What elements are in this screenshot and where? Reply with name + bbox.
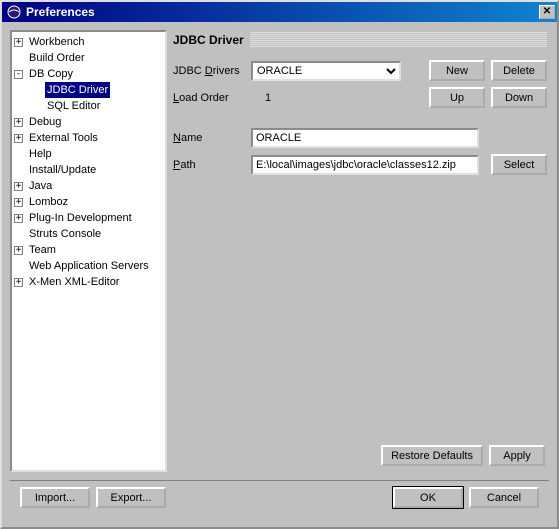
tree-item-label[interactable]: Install/Update: [27, 162, 98, 178]
main-area: +WorkbenchBuild Order-DB CopyJDBC Driver…: [2, 22, 557, 480]
path-input[interactable]: [251, 155, 479, 175]
tree-item-label[interactable]: JDBC Driver: [45, 82, 110, 98]
tree-item[interactable]: Build Order: [14, 50, 163, 66]
tree-item-label[interactable]: Workbench: [27, 34, 86, 50]
tree-item[interactable]: + External Tools: [14, 130, 163, 146]
restore-defaults-button[interactable]: Restore Defaults: [381, 445, 483, 466]
detail-panel: JDBC Driver JDBC Drivers ORACLE New Dele…: [173, 30, 549, 472]
load-order-value: 1: [265, 92, 271, 104]
load-order-label: Load Order: [173, 92, 245, 104]
window-title: Preferences: [26, 5, 539, 19]
tree-item[interactable]: SQL Editor: [32, 98, 163, 114]
expand-icon[interactable]: +: [14, 278, 23, 287]
tree-item-label[interactable]: External Tools: [27, 130, 100, 146]
tree-item[interactable]: + Plug-In Development: [14, 210, 163, 226]
ok-button[interactable]: OK: [393, 487, 463, 508]
expand-icon[interactable]: +: [14, 134, 23, 143]
expand-icon[interactable]: +: [14, 118, 23, 127]
tree-item-label[interactable]: DB Copy: [27, 66, 75, 82]
panel-title: JDBC Driver: [173, 33, 244, 47]
tree-item-label[interactable]: X-Men XML-Editor: [27, 274, 121, 290]
tree-item-label[interactable]: Debug: [27, 114, 63, 130]
tree-item[interactable]: + Team: [14, 242, 163, 258]
expand-icon[interactable]: +: [14, 198, 23, 207]
expand-icon[interactable]: +: [14, 182, 23, 191]
path-label: Path: [173, 159, 245, 171]
tree-item[interactable]: Help: [14, 146, 163, 162]
panel-stripe: [250, 32, 547, 48]
select-button[interactable]: Select: [491, 154, 547, 175]
tree-item-label[interactable]: Web Application Servers: [27, 258, 151, 274]
tree-item[interactable]: Install/Update: [14, 162, 163, 178]
cancel-button[interactable]: Cancel: [469, 487, 539, 508]
import-button[interactable]: Import...: [20, 487, 90, 508]
expand-icon[interactable]: +: [14, 214, 23, 223]
titlebar: Preferences ✕: [2, 2, 557, 22]
app-icon: [6, 4, 22, 20]
panel-header: JDBC Driver: [173, 30, 547, 50]
new-button[interactable]: New: [429, 60, 485, 81]
export-button[interactable]: Export...: [96, 487, 166, 508]
tree-item[interactable]: + X-Men XML-Editor: [14, 274, 163, 290]
tree-item-label[interactable]: Java: [27, 178, 54, 194]
tree-item[interactable]: + Java: [14, 178, 163, 194]
tree-item[interactable]: + Workbench: [14, 34, 163, 50]
apply-button[interactable]: Apply: [489, 445, 545, 466]
dialog-button-bar: Import... Export... OK Cancel: [10, 480, 549, 518]
tree-item[interactable]: + Debug: [14, 114, 163, 130]
tree-item[interactable]: Struts Console: [14, 226, 163, 242]
expand-icon[interactable]: +: [14, 38, 23, 47]
delete-button[interactable]: Delete: [491, 60, 547, 81]
tree-item[interactable]: + Lomboz: [14, 194, 163, 210]
collapse-icon[interactable]: -: [14, 70, 23, 79]
tree-item-label[interactable]: Build Order: [27, 50, 87, 66]
close-button[interactable]: ✕: [539, 5, 555, 19]
tree-item[interactable]: Web Application Servers: [14, 258, 163, 274]
tree-item-label[interactable]: Plug-In Development: [27, 210, 134, 226]
name-label: Name: [173, 132, 245, 144]
tree-panel[interactable]: + WorkbenchBuild Order-DB CopyJDBC Driver…: [10, 30, 167, 472]
drivers-label: JDBC Drivers: [173, 65, 245, 77]
name-input[interactable]: [251, 128, 479, 148]
tree-item-label[interactable]: SQL Editor: [45, 98, 102, 114]
preferences-window: Preferences ✕ + WorkbenchBuild Order-DB C…: [0, 0, 559, 529]
drivers-combo[interactable]: ORACLE: [251, 61, 401, 81]
tree-item[interactable]: JDBC Driver: [32, 82, 163, 98]
tree-item-label[interactable]: Struts Console: [27, 226, 103, 242]
tree-item-label[interactable]: Team: [27, 242, 58, 258]
tree-item-label[interactable]: Lomboz: [27, 194, 70, 210]
down-button[interactable]: Down: [491, 87, 547, 108]
tree-item-label[interactable]: Help: [27, 146, 54, 162]
up-button[interactable]: Up: [429, 87, 485, 108]
tree-item[interactable]: -DB Copy: [14, 66, 163, 82]
expand-icon[interactable]: +: [14, 246, 23, 255]
